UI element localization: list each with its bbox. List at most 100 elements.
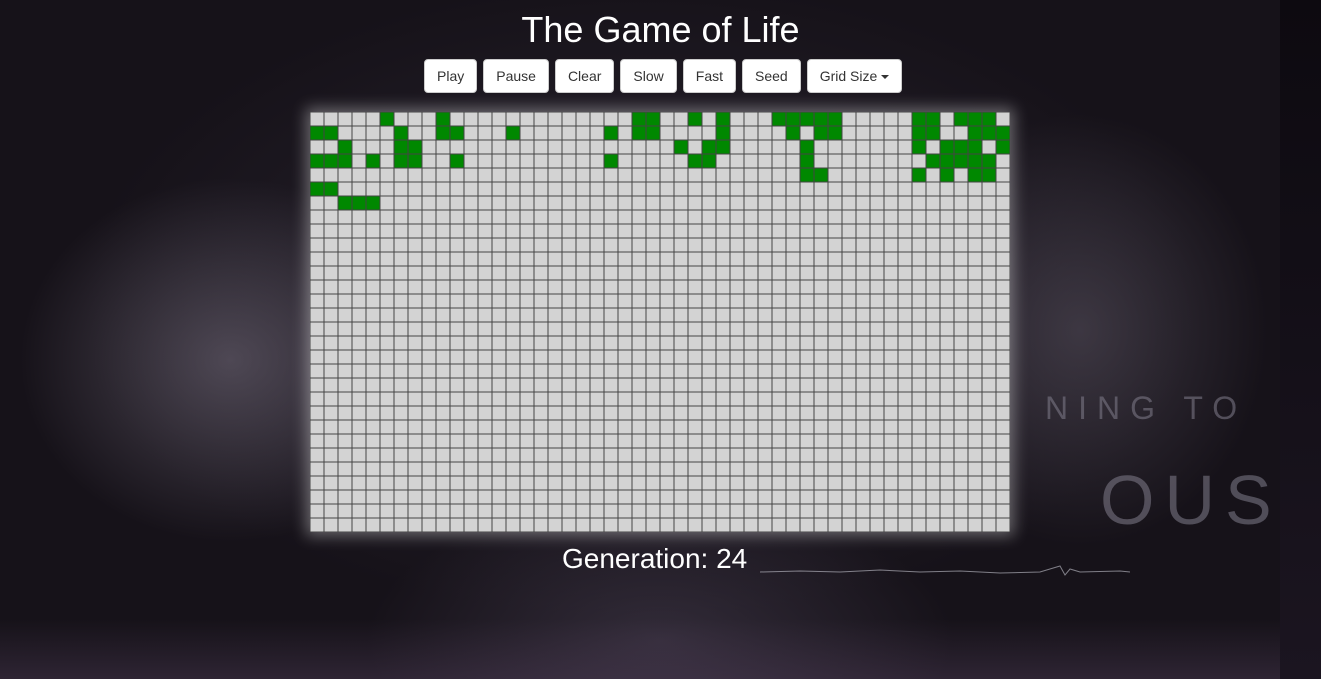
grid-cell-dead[interactable]: [729, 447, 745, 463]
grid-cell-dead[interactable]: [603, 335, 619, 351]
grid-cell-dead[interactable]: [757, 517, 773, 532]
grid-cell-dead[interactable]: [995, 293, 1010, 309]
grid-cell-dead[interactable]: [715, 489, 731, 505]
grid-cell-dead[interactable]: [561, 153, 577, 169]
grid-cell-dead[interactable]: [701, 279, 717, 295]
grid-cell-dead[interactable]: [421, 405, 437, 421]
grid-cell-dead[interactable]: [701, 167, 717, 183]
grid-cell-dead[interactable]: [981, 265, 997, 281]
grid-cell-dead[interactable]: [701, 419, 717, 435]
grid-cell-dead[interactable]: [351, 363, 367, 379]
grid-cell-alive[interactable]: [813, 112, 829, 127]
grid-cell-dead[interactable]: [547, 363, 563, 379]
grid-cell-dead[interactable]: [827, 251, 843, 267]
grid-cell-dead[interactable]: [491, 335, 507, 351]
grid-cell-dead[interactable]: [855, 517, 871, 532]
grid-cell-dead[interactable]: [771, 167, 787, 183]
grid-cell-dead[interactable]: [631, 293, 647, 309]
grid-cell-dead[interactable]: [925, 489, 941, 505]
grid-cell-dead[interactable]: [883, 447, 899, 463]
grid-cell-dead[interactable]: [379, 125, 395, 141]
grid-cell-dead[interactable]: [897, 237, 913, 253]
grid-cell-dead[interactable]: [533, 251, 549, 267]
grid-cell-dead[interactable]: [939, 475, 955, 491]
grid-cell-alive[interactable]: [673, 139, 689, 155]
grid-cell-dead[interactable]: [477, 265, 493, 281]
grid-cell-dead[interactable]: [491, 223, 507, 239]
grid-cell-dead[interactable]: [883, 489, 899, 505]
grid-cell-dead[interactable]: [407, 475, 423, 491]
grid-cell-dead[interactable]: [897, 419, 913, 435]
grid-cell-dead[interactable]: [547, 405, 563, 421]
grid-cell-dead[interactable]: [967, 251, 983, 267]
grid-cell-dead[interactable]: [673, 181, 689, 197]
grid-cell-dead[interactable]: [603, 391, 619, 407]
grid-cell-dead[interactable]: [995, 433, 1010, 449]
grid-cell-dead[interactable]: [799, 391, 815, 407]
grid-cell-dead[interactable]: [337, 489, 353, 505]
grid-cell-dead[interactable]: [995, 153, 1010, 169]
grid-cell-dead[interactable]: [407, 265, 423, 281]
grid-cell-dead[interactable]: [477, 475, 493, 491]
grid-cell-dead[interactable]: [519, 251, 535, 267]
grid-cell-dead[interactable]: [310, 461, 325, 477]
grid-cell-dead[interactable]: [869, 223, 885, 239]
grid-cell-dead[interactable]: [491, 112, 507, 127]
grid-cell-dead[interactable]: [323, 237, 339, 253]
grid-cell-dead[interactable]: [925, 391, 941, 407]
grid-cell-dead[interactable]: [435, 419, 451, 435]
grid-cell-dead[interactable]: [351, 517, 367, 532]
grid-cell-dead[interactable]: [519, 181, 535, 197]
grid-cell-dead[interactable]: [379, 489, 395, 505]
grid-cell-dead[interactable]: [379, 279, 395, 295]
grid-cell-dead[interactable]: [645, 363, 661, 379]
grid-cell-dead[interactable]: [757, 447, 773, 463]
grid-cell-dead[interactable]: [421, 125, 437, 141]
grid-cell-dead[interactable]: [505, 153, 521, 169]
grid-cell-alive[interactable]: [967, 112, 983, 127]
grid-cell-dead[interactable]: [435, 447, 451, 463]
grid-cell-dead[interactable]: [925, 279, 941, 295]
grid-cell-dead[interactable]: [631, 181, 647, 197]
grid-cell-dead[interactable]: [855, 223, 871, 239]
grid-cell-dead[interactable]: [967, 279, 983, 295]
grid-cell-dead[interactable]: [715, 461, 731, 477]
grid-cell-dead[interactable]: [575, 237, 591, 253]
grid-cell-dead[interactable]: [491, 181, 507, 197]
grid-cell-dead[interactable]: [589, 489, 605, 505]
grid-cell-dead[interactable]: [799, 321, 815, 337]
grid-cell-dead[interactable]: [813, 335, 829, 351]
grid-cell-dead[interactable]: [617, 112, 633, 127]
grid-cell-dead[interactable]: [897, 265, 913, 281]
grid-cell-dead[interactable]: [463, 265, 479, 281]
grid-cell-dead[interactable]: [449, 447, 465, 463]
grid-cell-dead[interactable]: [911, 195, 927, 211]
grid-cell-dead[interactable]: [337, 307, 353, 323]
grid-cell-dead[interactable]: [757, 475, 773, 491]
grid-cell-dead[interactable]: [477, 139, 493, 155]
grid-cell-dead[interactable]: [561, 405, 577, 421]
grid-cell-dead[interactable]: [715, 377, 731, 393]
grid-cell-dead[interactable]: [687, 503, 703, 519]
grid-cell-dead[interactable]: [799, 489, 815, 505]
grid-cell-dead[interactable]: [757, 307, 773, 323]
grid-cell-dead[interactable]: [827, 489, 843, 505]
grid-cell-dead[interactable]: [813, 433, 829, 449]
grid-cell-dead[interactable]: [883, 265, 899, 281]
grid-cell-dead[interactable]: [757, 223, 773, 239]
grid-cell-dead[interactable]: [547, 293, 563, 309]
grid-cell-dead[interactable]: [883, 195, 899, 211]
grid-cell-dead[interactable]: [729, 475, 745, 491]
grid-cell-dead[interactable]: [771, 391, 787, 407]
grid-cell-dead[interactable]: [841, 112, 857, 127]
grid-cell-dead[interactable]: [519, 321, 535, 337]
grid-cell-dead[interactable]: [589, 475, 605, 491]
grid-cell-dead[interactable]: [967, 349, 983, 365]
grid-cell-alive[interactable]: [631, 125, 647, 141]
grid-cell-dead[interactable]: [869, 153, 885, 169]
grid-cell-dead[interactable]: [715, 447, 731, 463]
grid-cell-dead[interactable]: [379, 391, 395, 407]
grid-cell-dead[interactable]: [617, 349, 633, 365]
grid-cell-dead[interactable]: [701, 321, 717, 337]
grid-cell-dead[interactable]: [855, 293, 871, 309]
